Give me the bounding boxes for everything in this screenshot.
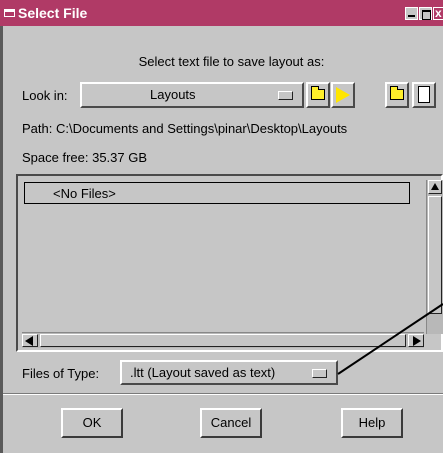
scroll-right-icon[interactable] — [408, 334, 424, 347]
files-of-type-value: .ltt (Layout saved as text) — [130, 365, 276, 380]
dropdown-knob-icon — [312, 369, 327, 378]
dropdown-knob-icon — [278, 91, 293, 100]
go-arrow-icon — [336, 87, 350, 103]
look-in-dropdown[interactable]: Layouts — [80, 82, 304, 108]
prompt-text: Select text file to save layout as: — [0, 54, 443, 69]
window-menu-icon[interactable] — [4, 9, 15, 17]
window-title: Select File — [18, 5, 88, 21]
cancel-button[interactable]: Cancel — [200, 408, 262, 438]
maximize-icon[interactable] — [419, 7, 432, 20]
close-icon[interactable]: x — [433, 7, 443, 20]
list-item-label: <No Files> — [53, 186, 116, 201]
folder-up-icon — [311, 86, 325, 100]
select-file-dialog: Select File x Select text file to save l… — [0, 0, 443, 453]
files-of-type-dropdown[interactable]: .ltt (Layout saved as text) — [120, 360, 338, 385]
minimize-icon[interactable] — [405, 7, 418, 20]
horizontal-scroll-thumb[interactable] — [40, 334, 406, 347]
scroll-up-icon[interactable] — [428, 180, 442, 194]
files-of-type-label: Files of Type: — [22, 366, 100, 381]
title-bar[interactable]: Select File x — [0, 0, 443, 26]
scroll-left-icon[interactable] — [22, 334, 38, 347]
folder-up-button[interactable] — [306, 82, 330, 108]
ok-button[interactable]: OK — [61, 408, 123, 438]
list-item[interactable]: <No Files> — [24, 182, 410, 204]
new-folder-icon — [390, 86, 404, 100]
file-list[interactable]: <No Files> — [16, 174, 443, 352]
prompt-label: Select text file to save layout as: — [138, 54, 325, 69]
go-button[interactable] — [331, 82, 355, 108]
path-label: Path: C:\Documents and Settings\pinar\De… — [22, 121, 348, 136]
help-button[interactable]: Help — [341, 408, 403, 438]
new-file-icon — [418, 86, 430, 103]
look-in-label: Look in: — [22, 88, 68, 103]
window-edge — [0, 26, 3, 453]
vertical-scroll-thumb[interactable] — [428, 196, 442, 314]
new-file-button[interactable] — [412, 82, 436, 108]
horizontal-scrollbar[interactable] — [22, 332, 424, 348]
vertical-scrollbar[interactable] — [426, 180, 443, 334]
space-free-label: Space free: 35.37 GB — [22, 150, 148, 165]
separator — [3, 393, 443, 395]
new-folder-button[interactable] — [385, 82, 409, 108]
look-in-value: Layouts — [150, 87, 196, 102]
